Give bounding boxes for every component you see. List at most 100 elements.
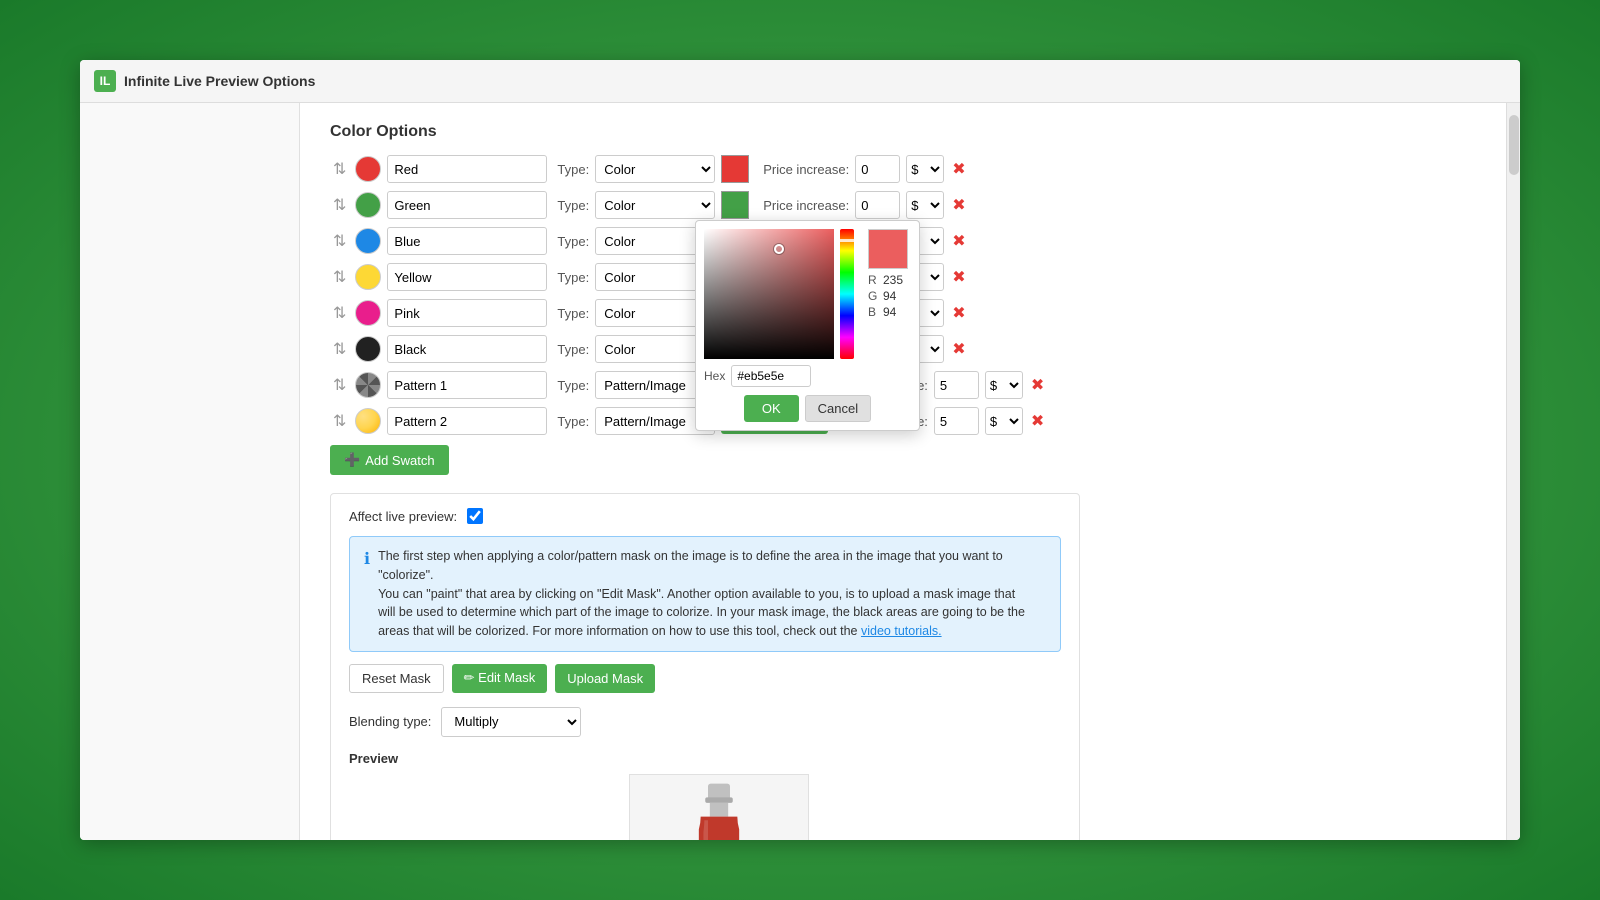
g-label: G <box>868 289 880 303</box>
type-label: Type: <box>557 414 589 429</box>
color-circle <box>355 264 381 290</box>
color-picker-cursor <box>774 244 784 254</box>
delete-swatch-button[interactable]: ✖ <box>950 195 967 215</box>
price-input[interactable] <box>855 191 900 219</box>
scrollbar[interactable] <box>1506 103 1520 840</box>
reset-mask-button[interactable]: Reset Mask <box>349 664 444 693</box>
r-value: 235 <box>883 273 918 287</box>
type-label: Type: <box>557 234 589 249</box>
type-label: Type: <box>557 198 589 213</box>
window-title: Infinite Live Preview Options <box>124 73 315 89</box>
rgb-b-row: B 94 <box>868 305 918 319</box>
info-box: ℹ The first step when applying a color/p… <box>349 536 1061 652</box>
currency-select[interactable]: $€£ <box>985 371 1023 399</box>
type-label: Type: <box>557 306 589 321</box>
pattern-circle <box>355 408 381 434</box>
hex-input[interactable] <box>731 365 811 387</box>
info-icon: ℹ <box>364 548 370 641</box>
preview-image <box>629 774 809 840</box>
blending-row: Blending type: Multiply Normal Screen <box>349 707 1061 737</box>
g-value: 94 <box>883 289 918 303</box>
info-text: The first step when applying a color/pat… <box>378 547 1025 641</box>
swatch-name-input[interactable] <box>387 371 547 399</box>
color-circle <box>355 156 381 182</box>
affect-section: Affect live preview: ℹ The first step wh… <box>330 493 1080 840</box>
plus-icon: ➕ <box>344 452 360 468</box>
color-swatch-box[interactable] <box>721 191 749 219</box>
hex-label: Hex <box>704 369 725 383</box>
b-value: 94 <box>883 305 918 319</box>
delete-swatch-button[interactable]: ✖ <box>1029 375 1046 395</box>
preview-section: Preview <box>349 751 1061 840</box>
swatch-name-input[interactable] <box>387 191 547 219</box>
hue-bar[interactable] <box>840 229 854 359</box>
scroll-thumb[interactable] <box>1509 115 1519 175</box>
pattern-circle <box>355 372 381 398</box>
drag-handle[interactable]: ⇅ <box>330 195 349 215</box>
section-title: Color Options <box>330 123 1476 141</box>
drag-handle[interactable]: ⇅ <box>330 375 349 395</box>
color-circle <box>355 228 381 254</box>
preview-label: Preview <box>349 751 1061 766</box>
hex-row: Hex <box>704 365 911 387</box>
rgb-r-row: R 235 <box>868 273 918 287</box>
swatch-row: ⇅Type:ColorPattern/ImagePrice increase:$… <box>330 191 1476 219</box>
title-bar: IL Infinite Live Preview Options <box>80 60 1520 103</box>
drag-handle[interactable]: ⇅ <box>330 267 349 287</box>
color-circle <box>355 336 381 362</box>
affect-label: Affect live preview: <box>349 509 457 524</box>
app-window: IL Infinite Live Preview Options Color O… <box>80 60 1520 840</box>
currency-select[interactable]: $€£ <box>906 155 944 183</box>
hue-indicator <box>838 239 856 242</box>
picker-ok-button[interactable]: OK <box>744 395 799 422</box>
delete-swatch-button[interactable]: ✖ <box>950 267 967 287</box>
type-label: Type: <box>557 378 589 393</box>
swatch-name-input[interactable] <box>387 299 547 327</box>
delete-swatch-button[interactable]: ✖ <box>950 231 967 251</box>
price-input[interactable] <box>934 371 979 399</box>
price-input[interactable] <box>934 407 979 435</box>
delete-swatch-button[interactable]: ✖ <box>950 303 967 323</box>
type-label: Type: <box>557 342 589 357</box>
affect-checkbox[interactable] <box>467 508 483 524</box>
drag-handle[interactable]: ⇅ <box>330 339 349 359</box>
bottle-svg <box>679 779 759 840</box>
color-swatch-box[interactable] <box>721 155 749 183</box>
delete-swatch-button[interactable]: ✖ <box>1029 411 1046 431</box>
type-select[interactable]: ColorPattern/Image <box>595 155 715 183</box>
delete-swatch-button[interactable]: ✖ <box>950 339 967 359</box>
picker-cancel-button[interactable]: Cancel <box>805 395 871 422</box>
type-label: Type: <box>557 162 589 177</box>
drag-handle[interactable]: ⇅ <box>330 303 349 323</box>
sidebar <box>80 103 300 840</box>
currency-select[interactable]: $€£ <box>906 191 944 219</box>
type-label: Type: <box>557 270 589 285</box>
affect-row: Affect live preview: <box>349 508 1061 524</box>
type-select[interactable]: ColorPattern/Image <box>595 191 715 219</box>
currency-select[interactable]: $€£ <box>985 407 1023 435</box>
swatch-name-input[interactable] <box>387 407 547 435</box>
delete-swatch-button[interactable]: ✖ <box>950 159 967 179</box>
picker-right <box>840 229 854 359</box>
edit-mask-button[interactable]: ✏ Edit Mask <box>452 664 548 693</box>
drag-handle[interactable]: ⇅ <box>330 411 349 431</box>
price-input[interactable] <box>855 155 900 183</box>
color-gradient-picker[interactable] <box>704 229 834 359</box>
video-tutorials-link[interactable]: video tutorials. <box>861 624 942 638</box>
mask-buttons: Reset Mask ✏ Edit Mask Upload Mask <box>349 664 1061 693</box>
blending-select[interactable]: Multiply Normal Screen <box>441 707 581 737</box>
rgb-g-row: G 94 <box>868 289 918 303</box>
blending-label: Blending type: <box>349 714 431 729</box>
drag-handle[interactable]: ⇅ <box>330 231 349 251</box>
price-label: Price increase: <box>763 162 849 177</box>
picker-top: R 235 G 94 B 94 <box>704 229 911 359</box>
picker-buttons: OK Cancel <box>704 395 911 422</box>
swatch-name-input[interactable] <box>387 227 547 255</box>
drag-handle[interactable]: ⇅ <box>330 159 349 179</box>
main-content: Color Options ⇅ Type: ColorPattern/Image Pr… <box>300 103 1506 840</box>
add-swatch-button[interactable]: ➕ Add Swatch <box>330 445 449 475</box>
swatch-name-input[interactable] <box>387 263 547 291</box>
upload-mask-button[interactable]: Upload Mask <box>555 664 655 693</box>
swatch-name-input[interactable] <box>387 155 547 183</box>
swatch-name-input[interactable] <box>387 335 547 363</box>
